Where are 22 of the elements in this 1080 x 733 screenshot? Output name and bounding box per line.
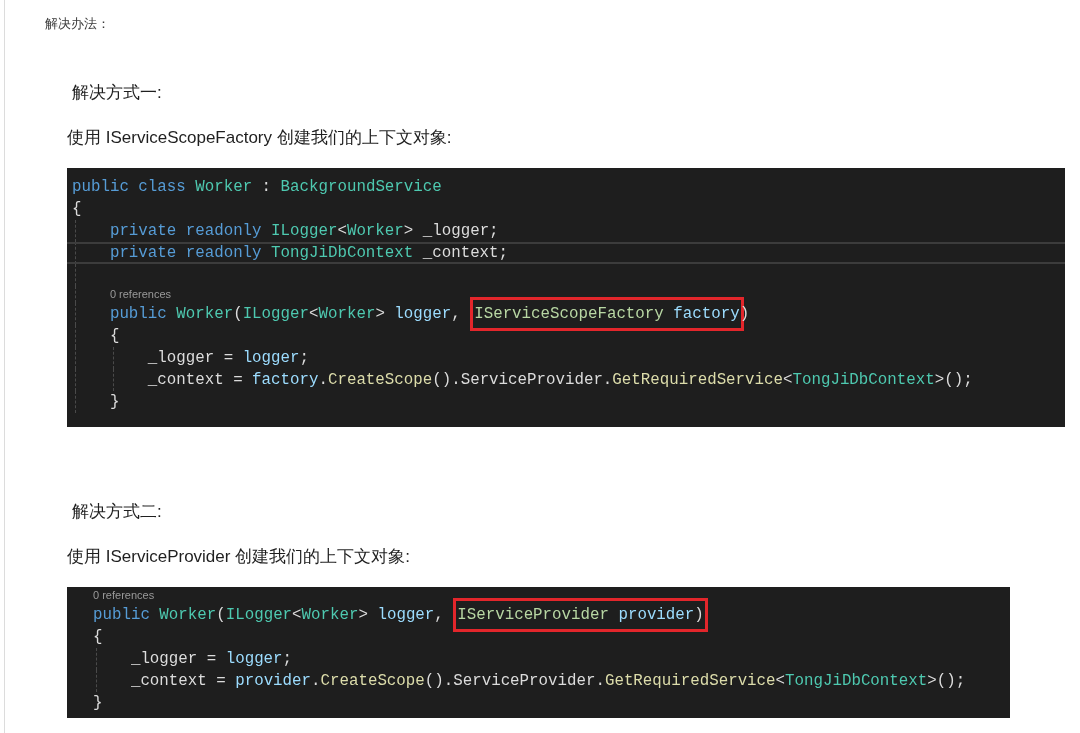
section-description: 使用 IServiceScopeFactory 创建我们的上下文对象: bbox=[67, 127, 452, 149]
code-line: _logger = logger; bbox=[130, 649, 293, 670]
section-heading: 解决方式二: bbox=[72, 501, 162, 523]
code-line: } bbox=[109, 392, 120, 413]
highlighted-code: IServiceProvider provider) bbox=[453, 598, 708, 632]
reference-count: 0 references bbox=[109, 287, 172, 302]
code-line: _logger = logger; bbox=[147, 348, 309, 369]
code-line: public Worker(ILogger<Worker> logger, bbox=[109, 304, 461, 325]
code-line: { bbox=[93, 627, 103, 648]
code-line: _context = factory.CreateScope().ServiceProvider.GetRequiredService<TongJiDbContext>(); bbox=[147, 370, 973, 391]
section-heading: 解决方式一: bbox=[72, 82, 162, 104]
code-line: _context = provider.CreateScope().ServiceProvider.GetRequiredService<TongJiDbContext>(); bbox=[130, 671, 966, 692]
reference-count: 0 references bbox=[93, 588, 155, 603]
code-line: private readonly TongJiDbContext _context; bbox=[109, 243, 509, 264]
code-line: { bbox=[109, 326, 120, 347]
code-line: public class Worker : BackgroundService bbox=[72, 177, 442, 198]
code-line: { bbox=[72, 199, 82, 220]
section-description: 使用 IServiceProvider 创建我们的上下文对象: bbox=[67, 546, 410, 568]
intro-text: 解决办法： bbox=[45, 15, 110, 33]
code-line: private readonly ILogger<Worker> _logger; bbox=[109, 221, 499, 242]
code-line: public Worker(ILogger<Worker> logger, bbox=[93, 605, 444, 626]
code-line: } bbox=[93, 693, 103, 714]
